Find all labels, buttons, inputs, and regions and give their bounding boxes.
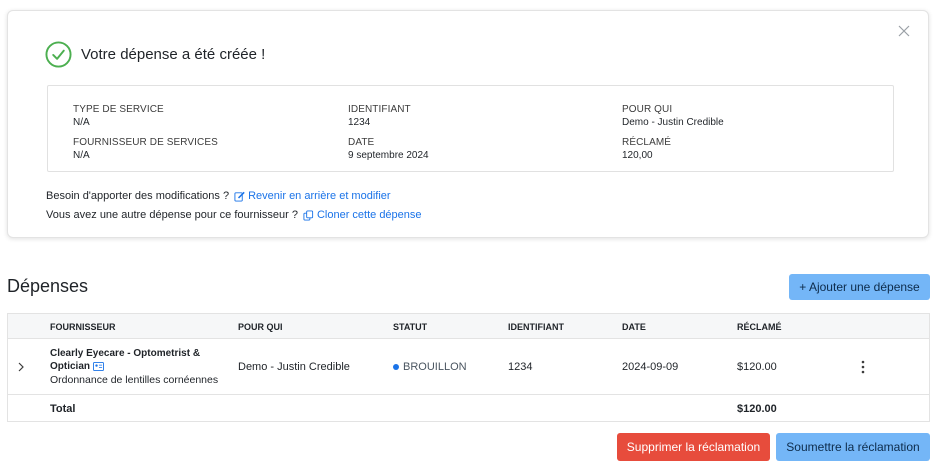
clone-link[interactable]: Cloner cette dépense bbox=[303, 209, 422, 221]
clone-link-label: Cloner cette dépense bbox=[316, 209, 422, 221]
expenses-title: Dépenses bbox=[7, 276, 89, 296]
modify-line: Besoin d'apporter des modifications ? Re… bbox=[46, 190, 391, 202]
check-circle-icon bbox=[45, 41, 72, 68]
for-whom-cell: Demo - Justin Credible bbox=[238, 361, 350, 373]
total-value: $120.00 bbox=[737, 403, 777, 415]
success-title: Votre dépense a été créée ! bbox=[81, 46, 266, 63]
field-value: 1234 bbox=[348, 117, 371, 128]
col-date: DATE bbox=[622, 322, 646, 332]
col-claimed: RÉCLAMÉ bbox=[737, 322, 782, 332]
submit-claim-button[interactable]: Soumettre la réclamation bbox=[776, 433, 930, 461]
field-value: Demo - Justin Credible bbox=[622, 117, 724, 128]
field-service-type: TYPE DE SERVICE N/A bbox=[73, 104, 164, 129]
field-label: POUR QUI bbox=[622, 104, 673, 115]
supplier-cell: Clearly Eyecare - Optometrist & Optician… bbox=[50, 347, 225, 387]
field-value: 120,00 bbox=[622, 150, 653, 161]
field-value: 9 septembre 2024 bbox=[348, 150, 429, 161]
supplier-description: Ordonnance de lentilles cornéennes bbox=[50, 374, 219, 386]
close-icon[interactable] bbox=[896, 23, 912, 39]
clone-prompt: Vous avez une autre dépense pour ce four… bbox=[46, 209, 298, 221]
col-status: STATUT bbox=[393, 322, 428, 332]
expenses-table: FOURNISSEUR POUR QUI STATUT IDENTIFIANT … bbox=[7, 313, 930, 422]
field-label: IDENTIFIANT bbox=[348, 104, 411, 115]
delete-claim-button[interactable]: Supprimer la réclamation bbox=[617, 433, 770, 461]
success-header: Votre dépense a été créée ! bbox=[45, 41, 265, 68]
copy-icon bbox=[303, 209, 314, 221]
id-card-icon[interactable] bbox=[93, 361, 104, 371]
identifier-cell: 1234 bbox=[508, 361, 533, 373]
modify-link[interactable]: Revenir en arrière et modifier bbox=[234, 190, 391, 202]
field-date: DATE 9 septembre 2024 bbox=[348, 137, 429, 162]
field-provider: FOURNISSEUR DE SERVICES N/A bbox=[73, 137, 218, 162]
table-row[interactable]: Clearly Eyecare - Optometrist & Optician… bbox=[8, 339, 929, 395]
modify-prompt: Besoin d'apporter des modifications ? bbox=[46, 190, 230, 202]
total-row: Total $120.00 bbox=[8, 395, 929, 422]
supplier-name: Clearly Eyecare - Optometrist & Optician bbox=[50, 348, 201, 372]
supplier-name-line: Clearly Eyecare - Optometrist & Optician bbox=[50, 347, 225, 373]
field-value: N/A bbox=[73, 117, 90, 128]
field-value: N/A bbox=[73, 150, 90, 161]
table-header: FOURNISSEUR POUR QUI STATUT IDENTIFIANT … bbox=[8, 314, 929, 339]
status-badge: BROUILLON bbox=[393, 361, 467, 373]
field-identifier: IDENTIFIANT 1234 bbox=[348, 104, 411, 129]
expense-summary: TYPE DE SERVICE N/A IDENTIFIANT 1234 POU… bbox=[47, 85, 894, 172]
chevron-right-icon[interactable] bbox=[16, 361, 26, 373]
status-label: BROUILLON bbox=[403, 361, 467, 373]
col-supplier: FOURNISSEUR bbox=[50, 322, 116, 332]
total-label: Total bbox=[50, 403, 76, 415]
col-identifier: IDENTIFIANT bbox=[508, 322, 564, 332]
edit-icon bbox=[234, 191, 245, 202]
field-for-whom: POUR QUI Demo - Justin Credible bbox=[622, 104, 724, 129]
field-label: FOURNISSEUR DE SERVICES bbox=[73, 137, 218, 148]
add-expense-button[interactable]: + Ajouter une dépense bbox=[789, 274, 930, 300]
field-label: TYPE DE SERVICE bbox=[73, 104, 164, 115]
date-cell: 2024-09-09 bbox=[622, 361, 679, 373]
status-dot bbox=[393, 364, 399, 370]
success-card: Votre dépense a été créée ! TYPE DE SERV… bbox=[7, 10, 929, 238]
claimed-cell: $120.00 bbox=[737, 361, 777, 373]
clone-line: Vous avez une autre dépense pour ce four… bbox=[46, 209, 422, 221]
field-claimed: RÉCLAMÉ 120,00 bbox=[622, 137, 671, 162]
modify-link-label: Revenir en arrière et modifier bbox=[248, 190, 391, 202]
field-label: RÉCLAMÉ bbox=[622, 137, 672, 148]
kebab-icon[interactable] bbox=[860, 360, 866, 374]
col-for-whom: POUR QUI bbox=[238, 322, 283, 332]
field-label: DATE bbox=[348, 137, 375, 148]
